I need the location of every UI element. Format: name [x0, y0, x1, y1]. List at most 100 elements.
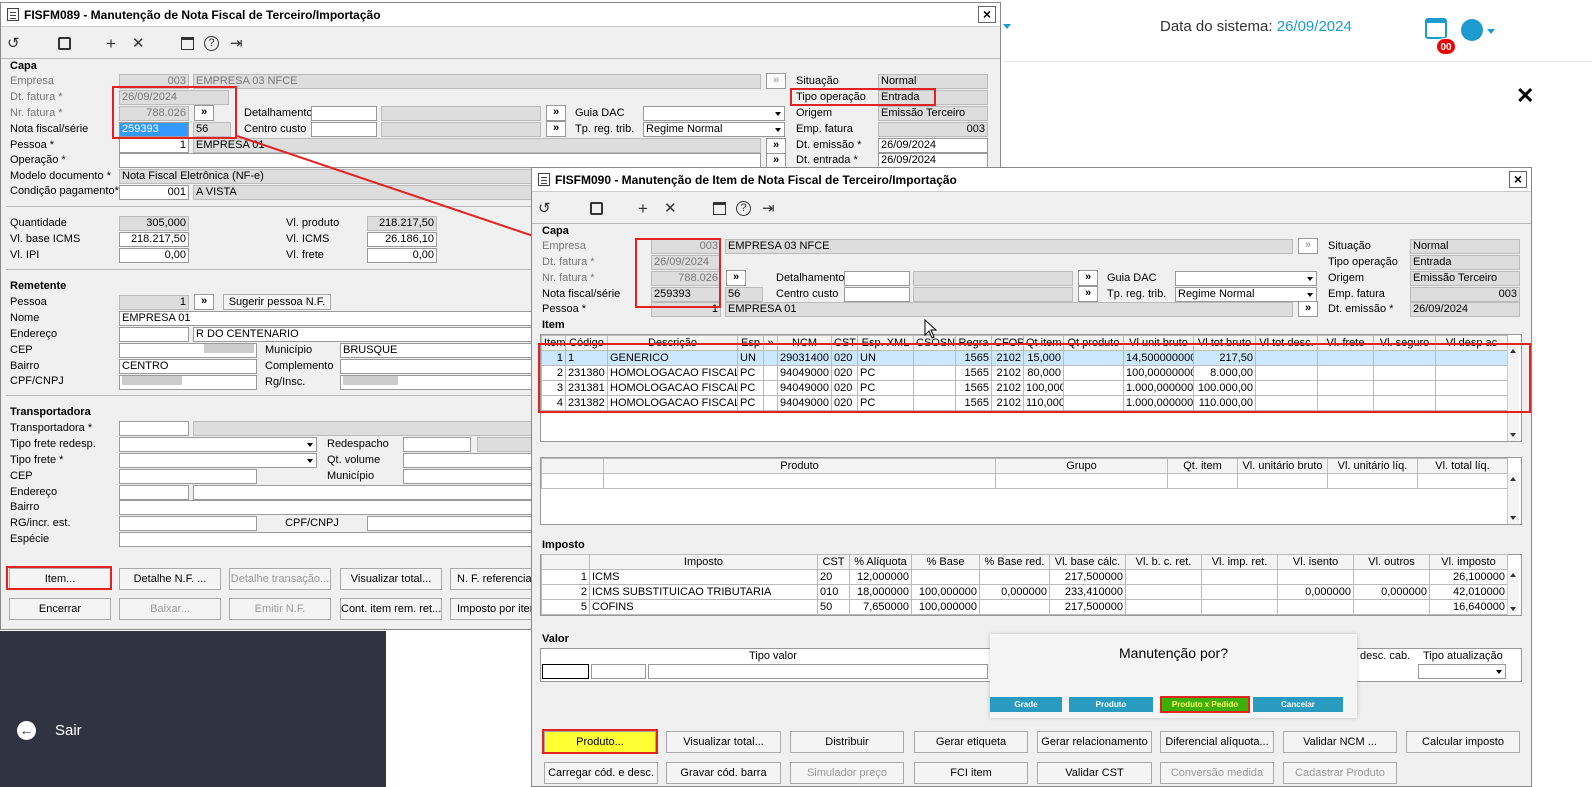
column-header[interactable]: Vl. base cálc.	[1049, 554, 1126, 570]
column-header[interactable]: Código	[565, 335, 608, 351]
column-header[interactable]: Vl. frete	[1317, 335, 1374, 351]
valor-cell[interactable]	[648, 664, 988, 679]
simulador-preco-button[interactable]: Simulador preço	[790, 762, 904, 784]
table-row[interactable]	[542, 426, 1508, 441]
column-header[interactable]: »	[763, 335, 778, 351]
grade-button[interactable]: Grade	[990, 697, 1062, 712]
validar-ncm-button[interactable]: Validar NCM ...	[1283, 731, 1397, 753]
column-header[interactable]: Qt produto	[1063, 335, 1124, 351]
cadastrar-produto-button[interactable]: Cadastrar Produto	[1283, 762, 1397, 784]
rem-endereco-field[interactable]: R DO CENTENARIO	[193, 327, 534, 342]
visualizar-total-button[interactable]: Visualizar total...	[340, 568, 442, 590]
calendar-icon[interactable]	[713, 202, 726, 215]
tr-bairro-field[interactable]	[119, 500, 534, 515]
produto-scrollbar[interactable]	[1507, 473, 1519, 524]
rem-rg-field[interactable]	[340, 375, 534, 390]
column-header[interactable]: Grupo	[995, 458, 1168, 474]
window-close-button[interactable]: ×	[1509, 171, 1527, 188]
emitir-nf-button[interactable]: Emitir N.F.	[229, 598, 331, 620]
undo-icon[interactable]: ↺	[7, 36, 20, 52]
column-header[interactable]: Vl. seguro	[1373, 335, 1436, 351]
dt-entrada-field[interactable]: 26/09/2024	[878, 153, 988, 168]
operacao-field[interactable]	[119, 153, 761, 168]
detalhamento-lookup-button[interactable]: »	[1078, 270, 1098, 286]
column-header[interactable]: Vl unit bruto	[1123, 335, 1194, 351]
pessoa-lookup-button[interactable]: »	[766, 138, 786, 154]
pessoa-code-field[interactable]: 1	[119, 138, 189, 153]
baixar-button[interactable]: Baixar...	[119, 598, 221, 620]
table-row[interactable]	[542, 411, 1508, 426]
column-header[interactable]: % Alíquota	[849, 554, 912, 570]
column-header[interactable]: Esp	[737, 335, 764, 351]
popup-cancelar-button[interactable]: Cancelar	[1253, 697, 1343, 712]
vl-icms-field[interactable]: 26.186,10	[367, 232, 437, 247]
column-header[interactable]: NCM	[777, 335, 832, 351]
pessoa-lookup-button[interactable]: »	[1298, 301, 1318, 317]
column-header[interactable]: CST	[831, 335, 858, 351]
gravar-cod-barra-button[interactable]: Gravar cód. barra	[666, 762, 781, 784]
dropdown-caret-icon[interactable]	[1003, 24, 1011, 29]
nota-fiscal-field[interactable]: 259393	[119, 122, 189, 137]
gerar-etiqueta-button[interactable]: Gerar etiqueta	[914, 731, 1028, 753]
column-header[interactable]: Vl. unitário bruto	[1237, 458, 1328, 474]
empresa-lookup-button[interactable]: »	[1298, 238, 1318, 254]
cancel-icon[interactable]: ✕	[132, 36, 145, 52]
column-header[interactable]: Qt. item	[1167, 458, 1238, 474]
column-header[interactable]: Vl. isento	[1277, 554, 1354, 570]
table-row[interactable]	[541, 473, 1508, 489]
vl-ipi-field[interactable]: 0,00	[119, 248, 189, 263]
calcular-imposto-button[interactable]: Calcular imposto	[1406, 731, 1520, 753]
valor-cell[interactable]	[591, 664, 646, 679]
column-header[interactable]: Vl. imposto	[1429, 554, 1508, 570]
centro-custo-code[interactable]	[844, 287, 910, 302]
column-header[interactable]: Regra	[955, 335, 992, 351]
rem-nome-field[interactable]: EMPRESA 01	[119, 311, 534, 326]
sugerir-pessoa-button[interactable]: Sugerir pessoa N.F.	[223, 294, 331, 310]
rem-complemento-field[interactable]	[340, 359, 534, 374]
cancel-icon[interactable]: ✕	[664, 201, 677, 217]
table-row[interactable]: 4 231382 HOMOLOGACAO FISCAL U PC 94049000 020…	[541, 395, 1508, 411]
tr-municipio-field[interactable]	[403, 469, 534, 484]
detalhamento-code[interactable]	[311, 106, 377, 121]
calendar-icon[interactable]	[1425, 18, 1447, 39]
column-header[interactable]: Vl. total líq.	[1417, 458, 1508, 474]
tr-cep-field[interactable]	[119, 469, 257, 484]
tr-endereco-field[interactable]	[193, 485, 534, 500]
encerrar-button[interactable]: Encerrar	[9, 598, 111, 620]
conversao-medida-button[interactable]: Conversão medida	[1160, 762, 1274, 784]
centro-custo-code[interactable]	[311, 122, 377, 137]
column-header[interactable]: Vl desp ac	[1435, 335, 1508, 351]
table-row[interactable]: 1 1 GENERICO UN 29031400 020 UN 1565 2102 15,000 1…	[541, 350, 1508, 366]
calendar-icon[interactable]	[181, 37, 194, 50]
validar-cst-button[interactable]: Validar CST	[1037, 762, 1152, 784]
rem-cep-field[interactable]	[119, 343, 257, 358]
column-header[interactable]: Vl. imp. ret.	[1201, 554, 1278, 570]
rem-bairro-field[interactable]: CENTRO	[119, 359, 257, 374]
rem-municipio-field[interactable]: BRUSQUE	[340, 343, 534, 358]
table-row[interactable]: 1 ICMS 20 12,000000 217,500000 26,100000	[541, 569, 1508, 585]
popup-produto-button[interactable]: Produto	[1069, 697, 1153, 712]
tr-endereco-num[interactable]	[119, 485, 189, 500]
transp-code-field[interactable]	[119, 421, 189, 436]
produto-x-pedido-button[interactable]: Produto x Pedido	[1160, 696, 1250, 713]
sair-button[interactable]: ← Sair	[17, 721, 82, 740]
column-header[interactable]: Esp. XML	[857, 335, 914, 351]
tr-cpf-field[interactable]	[367, 516, 534, 531]
gerar-relacionamento-button[interactable]: Gerar relacionamento	[1037, 731, 1152, 753]
detalhe-transacao-button[interactable]: Detalhe transação...	[229, 568, 331, 590]
column-header[interactable]: Vl. outros	[1353, 554, 1430, 570]
tr-especie-field[interactable]	[119, 532, 534, 547]
column-header[interactable]: Imposto	[589, 554, 818, 570]
tipo-frete-select[interactable]	[119, 453, 317, 468]
user-menu-caret-icon[interactable]	[1487, 29, 1495, 34]
window-close-button[interactable]: ×	[978, 6, 996, 23]
help-icon[interactable]: ?	[736, 201, 751, 216]
cond-code-field[interactable]: 001	[119, 185, 189, 200]
tp-reg-trib-select[interactable]: Regime Normal	[1175, 287, 1317, 302]
column-header[interactable]: % Base red.	[979, 554, 1050, 570]
tipo-frete-redesp-select[interactable]	[119, 437, 317, 452]
column-header[interactable]: Qt item	[1023, 335, 1064, 351]
rem-cpf-field[interactable]	[119, 375, 257, 390]
table-row[interactable]: 5 COFINS 50 7,650000 100,000000 217,500000 16,…	[541, 599, 1508, 615]
vl-frete-field[interactable]: 0,00	[367, 248, 437, 263]
